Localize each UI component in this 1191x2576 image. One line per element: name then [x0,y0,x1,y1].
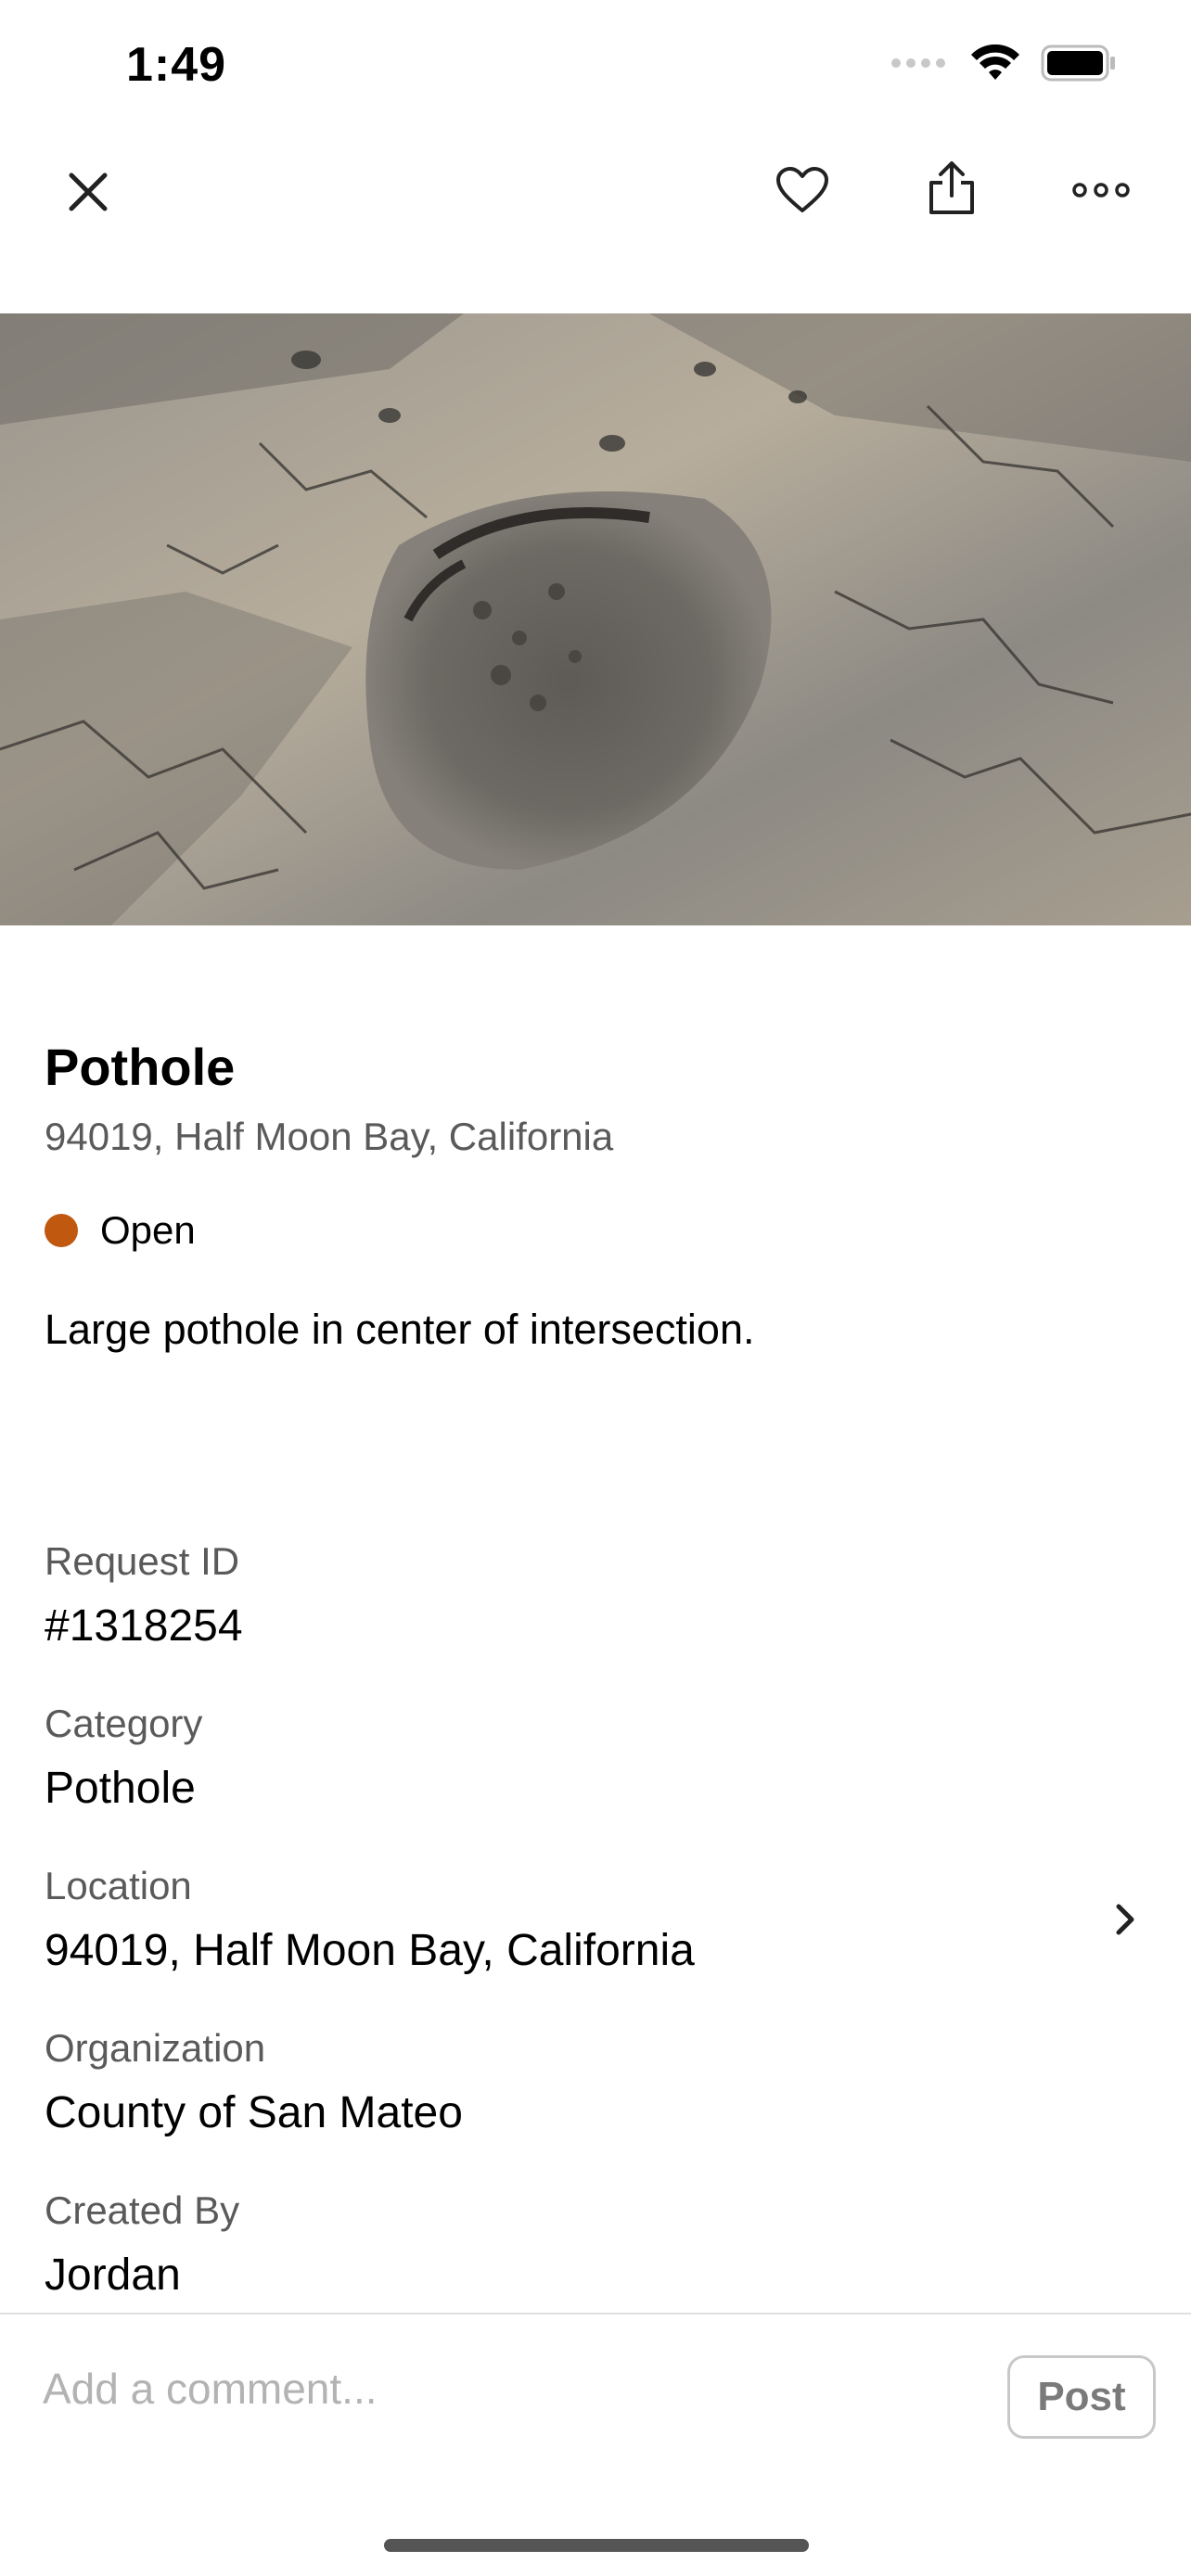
field-value: County of San Mateo [45,2088,463,2137]
heart-icon [776,167,828,212]
field-label: Request ID [45,1539,240,1583]
home-indicator[interactable] [384,2539,809,2552]
field-organization: Organization County of San Mateo [45,2026,463,2138]
pothole-photo [0,313,1191,925]
field-value: Jordan [45,2251,181,2300]
field-label: Location [45,1864,192,1907]
battery-icon [1041,45,1115,82]
status-icons [890,45,1117,82]
status-row: Open [45,1208,196,1253]
more-options-button[interactable] [1059,148,1143,232]
field-value: Pothole [45,1764,196,1813]
field-value: #1318254 [45,1601,243,1651]
favorite-button[interactable] [761,148,844,232]
request-description: Large pothole in center of intersection. [45,1306,755,1353]
cellular-signal-icon [891,58,945,68]
status-time: 1:49 [126,38,227,92]
field-request-id: Request ID #1318254 [45,1539,243,1651]
field-location[interactable]: Location 94019, Half Moon Bay, Californi… [45,1864,1158,1976]
chevron-right-icon[interactable] [1108,1901,1145,1938]
more-icon [1072,183,1130,198]
close-icon [69,172,108,211]
post-button[interactable]: Post [1007,2355,1156,2439]
share-button[interactable] [910,147,993,230]
request-title: Pothole [45,1038,236,1096]
status-label: Open [100,1208,196,1252]
field-created-by: Created By Jordan [45,2188,239,2301]
comment-input[interactable] [41,2355,981,2422]
comment-divider [0,2313,1191,2315]
status-dot [45,1214,78,1247]
field-label: Created By [45,2188,240,2232]
field-category: Category Pothole [45,1702,202,1814]
wifi-icon [971,45,1019,80]
field-value: 94019, Half Moon Bay, California [45,1926,695,1975]
request-subtitle: 94019, Half Moon Bay, California [45,1115,614,1158]
field-label: Category [45,1702,203,1745]
field-label: Organization [45,2026,266,2070]
close-button[interactable] [46,150,130,234]
share-icon [929,161,974,214]
